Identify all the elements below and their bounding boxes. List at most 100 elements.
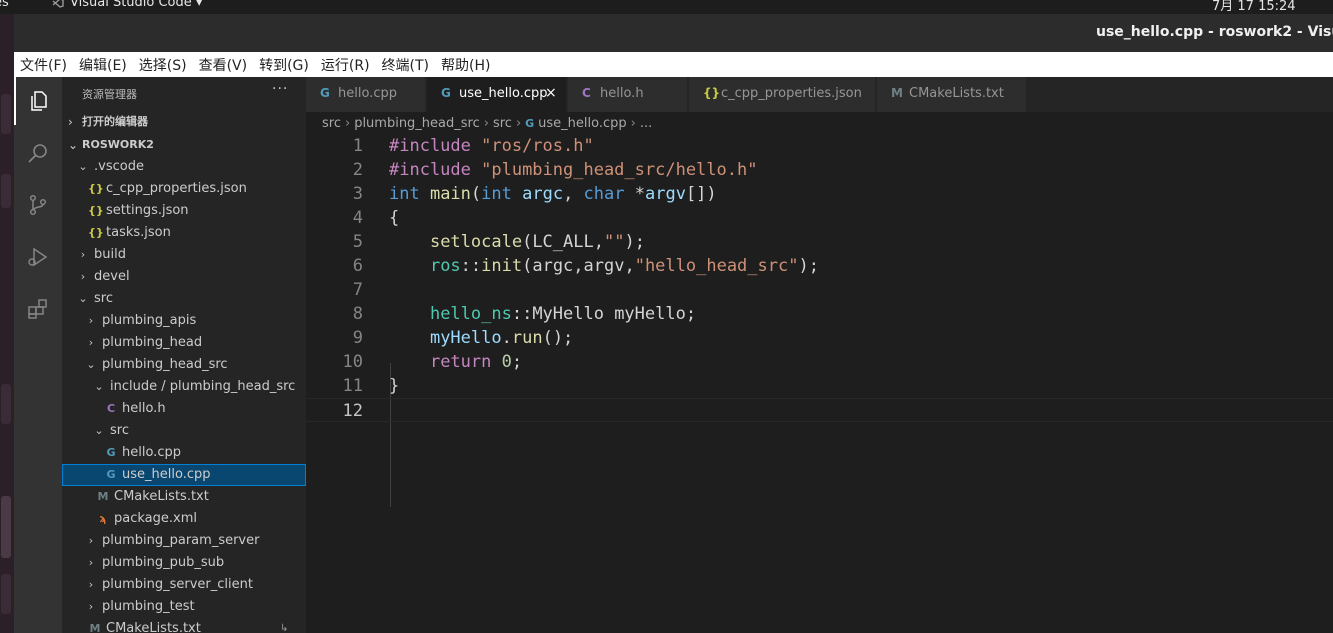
clock[interactable]: 7月 17 15:24	[1212, 0, 1296, 14]
dock-app-icon[interactable]	[1, 574, 11, 614]
line-number: 7	[352, 280, 363, 300]
extensions-button[interactable]	[14, 285, 62, 333]
sidebar-title: 资源管理器	[82, 88, 137, 101]
open-editors-section[interactable]: › 打开的编辑器	[62, 111, 306, 133]
folder-item[interactable]: › build	[62, 244, 306, 266]
folder-item[interactable]: ⌄ .vscode	[62, 156, 306, 178]
dock-app-icon[interactable]	[1, 94, 11, 134]
code-line[interactable]: 11}	[306, 374, 1333, 398]
breadcrumb-item[interactable]: plumbing_head_src	[354, 116, 480, 131]
code-line[interactable]: 12	[306, 398, 1333, 422]
search-icon	[28, 144, 47, 163]
code-line[interactable]: 5 setlocale(LC_ALL,"");	[306, 230, 1333, 254]
search-button[interactable]	[14, 129, 62, 177]
dock-app-icon[interactable]	[1, 174, 11, 208]
tab-hello-cpp[interactable]: Ghello.cpp	[306, 77, 426, 112]
chevron-right-icon: ›	[80, 270, 86, 283]
folder-item[interactable]: › plumbing_pub_sub	[62, 552, 306, 574]
folder-item[interactable]: › plumbing_apis	[62, 310, 306, 332]
source-control-icon	[29, 194, 47, 216]
tab-label: CMakeLists.txt	[909, 86, 1004, 101]
code-editor[interactable]: 1 #include "ros/ros.h" 2 #include "plumbing…	[306, 134, 1333, 633]
folder-item[interactable]: ⌄ plumbing_head_src	[62, 354, 306, 376]
breadcrumb-item[interactable]: ...	[640, 116, 652, 131]
folder-item[interactable]: › plumbing_server_client	[62, 574, 306, 596]
string-token: "ros/ros.h"	[481, 136, 594, 156]
app-menu[interactable]: Visual Studio Code ▾	[52, 0, 202, 10]
tab-c-cpp-properties-json[interactable]: {} c_cpp_properties.json	[689, 77, 876, 112]
code-line[interactable]: 9 myHello.run();	[306, 326, 1333, 350]
code-line[interactable]: 7	[306, 278, 1333, 302]
menu-item[interactable]: 选择(S)	[139, 55, 187, 75]
run-debug-icon	[28, 247, 48, 267]
folder-item[interactable]: › plumbing_param_server	[62, 530, 306, 552]
chevron-right-icon: ›	[88, 314, 94, 327]
cpp-file-icon: G	[106, 446, 116, 459]
file-tree-label: hello.cpp	[122, 445, 181, 460]
control-keyword-token: return	[429, 352, 502, 372]
code-text: #include "ros/ros.h"	[389, 134, 594, 158]
code-line[interactable]: 4{	[306, 206, 1333, 230]
text-token: ,	[563, 184, 584, 204]
menu-item[interactable]: 终端(T)	[382, 55, 429, 75]
file-item[interactable]: Ghello.cpp	[62, 442, 306, 464]
activities-button[interactable]: es	[0, 0, 9, 10]
file-item[interactable]: {} settings.json	[62, 200, 306, 222]
keyword-token: int	[389, 184, 430, 204]
file-item[interactable]: ϡ package.xml	[62, 508, 306, 530]
file-item[interactable]: M CMakeLists.txt ↳	[62, 618, 306, 633]
file-item[interactable]: Guse_hello.cpp	[62, 464, 306, 486]
explorer-button[interactable]	[14, 77, 62, 125]
chevron-right-icon: ›	[344, 115, 351, 131]
code-line[interactable]: 2 #include "plumbing_head_src/hello.h"	[306, 158, 1333, 182]
menu-item[interactable]: 转到(G)	[259, 55, 309, 75]
folder-item[interactable]: ⌄ src	[62, 288, 306, 310]
code-line[interactable]: 10 return 0;	[306, 350, 1333, 374]
code-line[interactable]: 6 ros::init(argc,argv,"hello_head_src");	[306, 254, 1333, 278]
menu-item[interactable]: 编辑(E)	[79, 55, 127, 75]
more-actions-icon[interactable]: ···	[272, 81, 288, 97]
file-tree-label: plumbing_apis	[102, 313, 197, 328]
file-item[interactable]: {} c_cpp_properties.json	[62, 178, 306, 200]
text-token: }	[389, 376, 400, 396]
file-item[interactable]: {} tasks.json	[62, 222, 306, 244]
folder-item[interactable]: ⌄ include / plumbing_head_src	[62, 376, 306, 398]
ubuntu-top-bar: es Visual Studio Code ▾ 7月 17 15:24	[0, 0, 1333, 14]
tab-use-hello-cpp[interactable]: Guse_hello.cpp ×	[427, 77, 567, 112]
breadcrumb-item[interactable]: use_hello.cpp	[538, 116, 626, 131]
window-title-bar: use_hello.cpp - roswork2 - Visual S	[14, 14, 1333, 52]
breadcrumb-item[interactable]: src	[493, 116, 512, 131]
tab-cmakelists-txt[interactable]: M CMakeLists.txt	[877, 77, 1027, 112]
run-debug-button[interactable]	[14, 233, 62, 281]
tab-hello-h[interactable]: Chello.h	[568, 77, 688, 112]
json-file-icon: {}	[703, 86, 721, 100]
close-icon[interactable]: ×	[545, 85, 557, 101]
menu-item[interactable]: 查看(V)	[199, 55, 248, 75]
chevron-right-icon: ›	[88, 534, 94, 547]
workspace-section[interactable]: ⌄ ROSWORK2	[62, 134, 306, 156]
breadcrumb-item[interactable]: src	[322, 116, 341, 131]
menu-item[interactable]: 运行(R)	[321, 55, 370, 75]
file-item[interactable]: Chello.h	[62, 398, 306, 420]
text-token: *	[634, 184, 645, 204]
tab-label: c_cpp_properties.json	[721, 86, 862, 101]
file-tree-label: tasks.json	[106, 225, 171, 240]
number-token: 0	[501, 352, 512, 372]
source-control-button[interactable]	[14, 181, 62, 229]
code-line[interactable]: 1 #include "ros/ros.h"	[306, 134, 1333, 158]
folder-item[interactable]: › devel	[62, 266, 306, 288]
folder-item[interactable]: › plumbing_head	[62, 332, 306, 354]
folder-item[interactable]: ⌄ src	[62, 420, 306, 442]
text-token: (	[470, 184, 482, 204]
file-tree-label: plumbing_head_src	[102, 357, 228, 372]
menu-item[interactable]: 帮助(H)	[441, 55, 490, 75]
code-line[interactable]: 3 int main(int argc, char *argv[])	[306, 182, 1333, 206]
chevron-down-icon: ⌄	[78, 292, 88, 305]
dock-app-icon[interactable]	[1, 384, 11, 424]
menu-item[interactable]: 文件(F)	[20, 55, 67, 75]
dock-app-icon[interactable]	[1, 496, 11, 558]
folder-item[interactable]: › plumbing_test	[62, 596, 306, 618]
file-item[interactable]: M CMakeLists.txt	[62, 486, 306, 508]
code-line[interactable]: 8 hello_ns::MyHello myHello;	[306, 302, 1333, 326]
